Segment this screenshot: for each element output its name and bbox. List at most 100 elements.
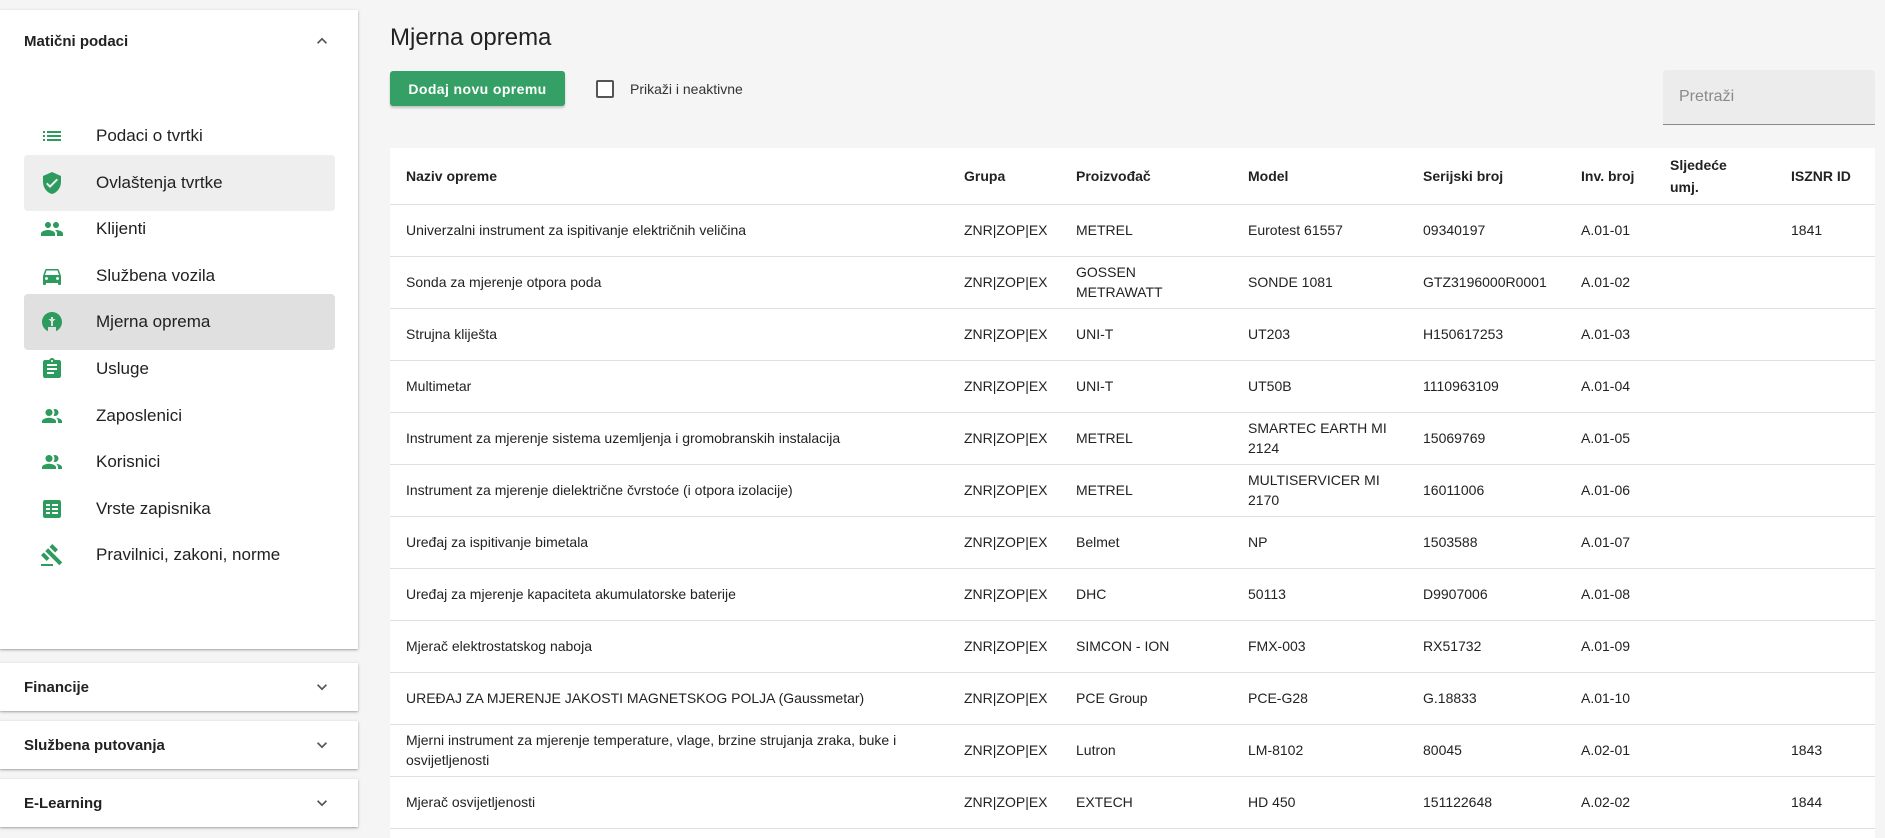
show-inactive-toggle[interactable]: Prikaži i neaktivne [596,80,743,98]
table-row[interactable]: Uređaj za ispitivanje bimetala ZNR|ZOP|EX… [390,516,1875,569]
section-sluzbena-putovanja[interactable]: Službena putovanja [0,721,358,769]
table-cell: NP [1232,516,1407,569]
table-cell [1654,308,1775,361]
table-body: Univerzalni instrument za ispitivanje el… [390,204,1875,829]
table-cell: A.01-10 [1565,672,1654,725]
show-inactive-checkbox[interactable] [596,80,614,98]
table-cell [1654,412,1775,465]
table-row[interactable]: Mjerač osvijetljenosti ZNR|ZOP|EX EXTECH HD… [390,776,1875,829]
table-cell: 1843 [1775,724,1875,777]
sidebar-item-label: Usluge [96,359,149,378]
table-row[interactable]: Instrument za mjerenje sistema uzemljenj… [390,412,1875,465]
shield-check-icon [38,169,66,197]
table-cell: SIMCON - ION [1060,620,1232,673]
section-e-learning[interactable]: E-Learning [0,779,358,827]
table-cell: A.01-01 [1565,204,1654,257]
table-row[interactable]: Uređaj za mjerenje kapaciteta akumulator… [390,568,1875,621]
table-cell [1775,464,1875,517]
table-cell [1775,412,1875,465]
column-header[interactable]: Grupa [948,148,1060,205]
section-financije[interactable]: Financije [0,663,358,711]
search-field[interactable] [1663,70,1875,125]
table-cell: ZNR|ZOP|EX [948,620,1060,673]
table-cell: UNI-T [1060,308,1232,361]
table-cell [1654,204,1775,257]
table-cell: Eurotest 61557 [1232,204,1407,257]
table-cell: DHC [1060,568,1232,621]
table-header-row: Naziv opreme Grupa Proizvođač Model Serijski… [390,148,1875,205]
table-cell: UT203 [1232,308,1407,361]
show-inactive-label: Prikaži i neaktivne [630,81,743,97]
equipment-table: Naziv opreme Grupa Proizvođač Model Serijski… [390,148,1875,829]
column-header[interactable]: ISZNR ID [1775,148,1875,205]
sidebar: Matični podaci Podaci o tvrtki Ovlaštenja… [0,0,359,832]
sidebar-item-label: Službena vozila [96,265,216,285]
table-cell: LM-8102 [1232,724,1407,777]
column-header[interactable]: Model [1232,148,1407,205]
column-header[interactable]: Proizvođač [1060,148,1232,205]
table-cell [1654,620,1775,673]
table-cell [1654,568,1775,621]
table-cell: Strujna kliješta [390,308,948,361]
column-header[interactable]: Serijski broj [1407,148,1565,205]
table-cell: METREL [1060,464,1232,517]
section-header-sluzbena-putovanja[interactable]: Službena putovanja [0,721,358,769]
gauge-icon [38,308,66,336]
table-cell: ZNR|ZOP|EX [948,412,1060,465]
table-cell: A.01-06 [1565,464,1654,517]
table-cell: G.18833 [1407,672,1565,725]
table-cell [1775,568,1875,621]
table-cell: PCE-G28 [1232,672,1407,725]
table-cell: Mjerač osvijetljenosti [390,776,948,829]
table-row[interactable]: Mjerač elektrostatskog naboja ZNR|ZOP|EX S… [390,620,1875,673]
page-title: Mjerna oprema [390,24,552,51]
column-header[interactable]: Inv. broj [1565,148,1654,205]
section-header-e-learning[interactable]: E-Learning [0,779,358,827]
table-row[interactable]: Mjerni instrument za mjerenje temperatur… [390,724,1875,777]
table-row[interactable]: Strujna kliješta ZNR|ZOP|EX UNI-T UT203 H150… [390,308,1875,361]
table-cell: Instrument za mjerenje sistema uzemljenj… [390,412,948,465]
table-cell: GOSSEN METRAWATT [1060,256,1232,309]
chevron-down-icon [310,791,334,815]
table-cell: ZNR|ZOP|EX [948,256,1060,309]
table-row[interactable]: UREĐAJ ZA MJERENJE JAKOSTI MAGNETSKOG PO… [390,672,1875,725]
table-cell: ZNR|ZOP|EX [948,516,1060,569]
chevron-up-icon [310,29,334,53]
sidebar-item-label: Ovlaštenja tvrtke [96,172,223,192]
column-header[interactable]: Naziv opreme [390,148,948,205]
table-cell [1775,308,1875,361]
section-header-maticni-podaci[interactable]: Matični podaci [0,10,358,72]
table-cell: 1110963109 [1407,360,1565,413]
add-equipment-button[interactable]: Dodaj novu opremu [390,71,565,106]
table-cell: Lutron [1060,724,1232,777]
car-icon [38,262,66,290]
table-cell: RX51732 [1407,620,1565,673]
table-cell: 151122648 [1407,776,1565,829]
table-cell: A.01-03 [1565,308,1654,361]
table-cell: A.02-02 [1565,776,1654,829]
table-cell: MULTISERVICER MI 2170 [1232,464,1407,517]
table-cell: Uređaj za mjerenje kapaciteta akumulator… [390,568,948,621]
table-cell: FMX-003 [1232,620,1407,673]
table-cell [1775,256,1875,309]
table-cell: HD 450 [1232,776,1407,829]
table-cell: ZNR|ZOP|EX [948,672,1060,725]
table-cell: ZNR|ZOP|EX [948,724,1060,777]
table-cell: A.01-09 [1565,620,1654,673]
table-cell: UREĐAJ ZA MJERENJE JAKOSTI MAGNETSKOG PO… [390,672,948,725]
table-cell [1654,360,1775,413]
table-row[interactable]: Univerzalni instrument za ispitivanje el… [390,204,1875,257]
table-cell: ZNR|ZOP|EX [948,776,1060,829]
section-header-financije[interactable]: Financije [0,663,358,711]
checklist-icon [38,495,66,523]
sidebar-item-label: Klijenti [96,219,147,239]
sidebar-item-label: Zaposlenici [96,405,182,425]
sidebar-item-label: Mjerna oprema [96,312,211,332]
search-input[interactable] [1663,70,1875,106]
table-row[interactable]: Multimetar ZNR|ZOP|EX UNI-T UT50B 1110963109… [390,360,1875,413]
sidebar-item-10[interactable]: Pravilnici, zakoni, norme [24,527,335,583]
table-row[interactable]: Instrument za mjerenje dielektrične čvrs… [390,464,1875,517]
column-header[interactable]: Sljedeće umj. [1654,148,1775,205]
table-row[interactable]: Sonda za mjerenje otpora poda ZNR|ZOP|EX G… [390,256,1875,309]
table-cell [1775,516,1875,569]
